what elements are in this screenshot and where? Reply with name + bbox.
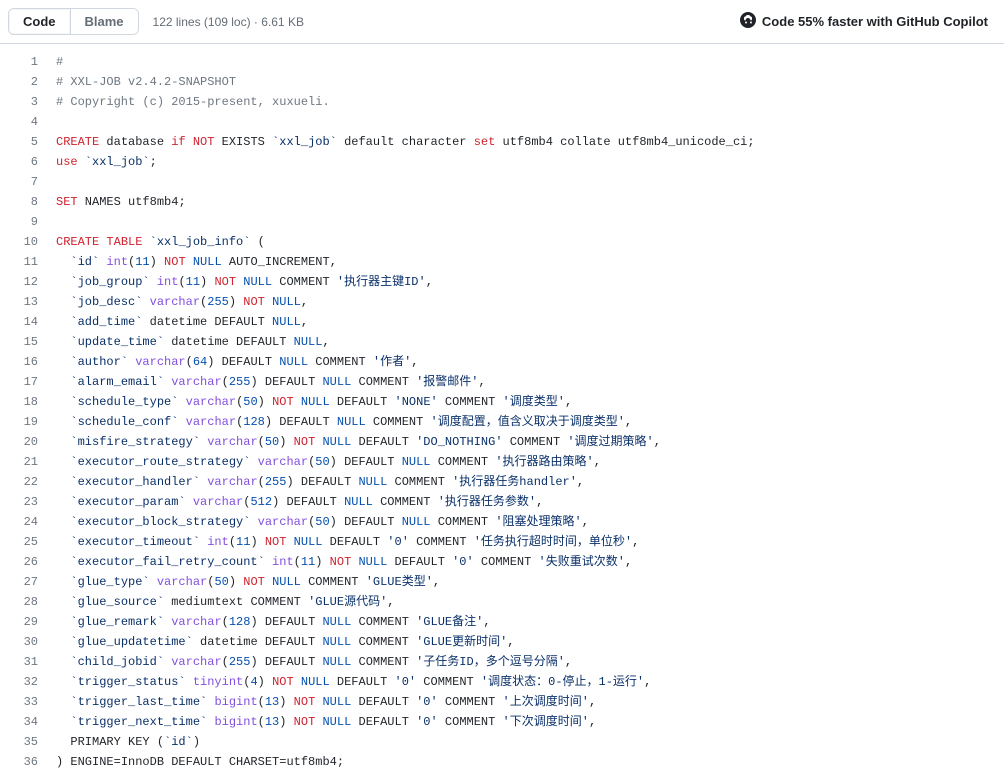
- line-number[interactable]: 21: [0, 452, 38, 472]
- code-line[interactable]: `author` varchar(64) DEFAULT NULL COMMEN…: [56, 352, 755, 372]
- line-number[interactable]: 7: [0, 172, 38, 192]
- file-toolbar: Code Blame 122 lines (109 loc) · 6.61 KB…: [0, 0, 1004, 44]
- line-number[interactable]: 26: [0, 552, 38, 572]
- code-line[interactable]: `alarm_email` varchar(255) DEFAULT NULL …: [56, 372, 755, 392]
- line-number[interactable]: 30: [0, 632, 38, 652]
- code-line[interactable]: CREATE TABLE `xxl_job_info` (: [56, 232, 755, 252]
- code-line[interactable]: `schedule_conf` varchar(128) DEFAULT NUL…: [56, 412, 755, 432]
- line-number[interactable]: 22: [0, 472, 38, 492]
- code-line[interactable]: ) ENGINE=InnoDB DEFAULT CHARSET=utf8mb4;: [56, 752, 755, 772]
- line-number[interactable]: 3: [0, 92, 38, 112]
- line-number[interactable]: 5: [0, 132, 38, 152]
- line-number[interactable]: 24: [0, 512, 38, 532]
- line-number[interactable]: 34: [0, 712, 38, 732]
- code-line[interactable]: `schedule_type` varchar(50) NOT NULL DEF…: [56, 392, 755, 412]
- line-number[interactable]: 18: [0, 392, 38, 412]
- code-line[interactable]: `executor_handler` varchar(255) DEFAULT …: [56, 472, 755, 492]
- line-number[interactable]: 13: [0, 292, 38, 312]
- line-number[interactable]: 29: [0, 612, 38, 632]
- code-line[interactable]: [56, 172, 755, 192]
- code-line[interactable]: `executor_fail_retry_count` int(11) NOT …: [56, 552, 755, 572]
- code-line[interactable]: # Copyright (c) 2015-present, xuxueli.: [56, 92, 755, 112]
- code-line[interactable]: #: [56, 52, 755, 72]
- code-line[interactable]: `job_group` int(11) NOT NULL COMMENT '执行…: [56, 272, 755, 292]
- line-number[interactable]: 1: [0, 52, 38, 72]
- code-line[interactable]: `trigger_status` tinyint(4) NOT NULL DEF…: [56, 672, 755, 692]
- view-segment: Code Blame: [8, 8, 139, 35]
- code-line[interactable]: use `xxl_job`;: [56, 152, 755, 172]
- code-line[interactable]: `glue_source` mediumtext COMMENT 'GLUE源代…: [56, 592, 755, 612]
- code-line[interactable]: `trigger_next_time` bigint(13) NOT NULL …: [56, 712, 755, 732]
- blame-tab[interactable]: Blame: [71, 9, 138, 34]
- line-number-gutter: 1234567891011121314151617181920212223242…: [0, 44, 56, 780]
- line-number[interactable]: 28: [0, 592, 38, 612]
- line-number[interactable]: 27: [0, 572, 38, 592]
- code-line[interactable]: SET NAMES utf8mb4;: [56, 192, 755, 212]
- line-number[interactable]: 6: [0, 152, 38, 172]
- code-line[interactable]: `update_time` datetime DEFAULT NULL,: [56, 332, 755, 352]
- code-line[interactable]: `trigger_last_time` bigint(13) NOT NULL …: [56, 692, 755, 712]
- code-line[interactable]: PRIMARY KEY (`id`): [56, 732, 755, 752]
- copilot-promo[interactable]: Code 55% faster with GitHub Copilot: [740, 12, 996, 31]
- line-number[interactable]: 2: [0, 72, 38, 92]
- code-line[interactable]: `glue_remark` varchar(128) DEFAULT NULL …: [56, 612, 755, 632]
- line-number[interactable]: 20: [0, 432, 38, 452]
- file-meta: 122 lines (109 loc) · 6.61 KB: [153, 15, 304, 29]
- code-line[interactable]: `child_jobid` varchar(255) DEFAULT NULL …: [56, 652, 755, 672]
- code-line[interactable]: `executor_param` varchar(512) DEFAULT NU…: [56, 492, 755, 512]
- code-line[interactable]: `glue_updatetime` datetime DEFAULT NULL …: [56, 632, 755, 652]
- line-number[interactable]: 25: [0, 532, 38, 552]
- line-number[interactable]: 17: [0, 372, 38, 392]
- line-number[interactable]: 9: [0, 212, 38, 232]
- code-line[interactable]: [56, 212, 755, 232]
- code-line[interactable]: `glue_type` varchar(50) NOT NULL COMMENT…: [56, 572, 755, 592]
- line-number[interactable]: 19: [0, 412, 38, 432]
- line-number[interactable]: 36: [0, 752, 38, 772]
- code-line[interactable]: `job_desc` varchar(255) NOT NULL,: [56, 292, 755, 312]
- code-line[interactable]: `executor_route_strategy` varchar(50) DE…: [56, 452, 755, 472]
- line-number[interactable]: 16: [0, 352, 38, 372]
- line-number[interactable]: 11: [0, 252, 38, 272]
- code-body[interactable]: ## XXL-JOB v2.4.2-SNAPSHOT# Copyright (c…: [56, 44, 755, 780]
- code-line[interactable]: `misfire_strategy` varchar(50) NOT NULL …: [56, 432, 755, 452]
- line-number[interactable]: 31: [0, 652, 38, 672]
- code-line[interactable]: `id` int(11) NOT NULL AUTO_INCREMENT,: [56, 252, 755, 272]
- code-line[interactable]: `executor_timeout` int(11) NOT NULL DEFA…: [56, 532, 755, 552]
- line-number[interactable]: 32: [0, 672, 38, 692]
- copilot-label: Code 55% faster with GitHub Copilot: [762, 14, 988, 29]
- code-view: 1234567891011121314151617181920212223242…: [0, 44, 1004, 780]
- code-tab[interactable]: Code: [9, 9, 71, 34]
- copilot-icon: [740, 12, 756, 31]
- line-number[interactable]: 14: [0, 312, 38, 332]
- code-line[interactable]: [56, 112, 755, 132]
- code-line[interactable]: `add_time` datetime DEFAULT NULL,: [56, 312, 755, 332]
- line-number[interactable]: 23: [0, 492, 38, 512]
- line-number[interactable]: 15: [0, 332, 38, 352]
- code-line[interactable]: # XXL-JOB v2.4.2-SNAPSHOT: [56, 72, 755, 92]
- line-number[interactable]: 12: [0, 272, 38, 292]
- line-number[interactable]: 10: [0, 232, 38, 252]
- line-number[interactable]: 35: [0, 732, 38, 752]
- line-number[interactable]: 33: [0, 692, 38, 712]
- code-line[interactable]: CREATE database if NOT EXISTS `xxl_job` …: [56, 132, 755, 152]
- line-number[interactable]: 8: [0, 192, 38, 212]
- code-line[interactable]: `executor_block_strategy` varchar(50) DE…: [56, 512, 755, 532]
- line-number[interactable]: 4: [0, 112, 38, 132]
